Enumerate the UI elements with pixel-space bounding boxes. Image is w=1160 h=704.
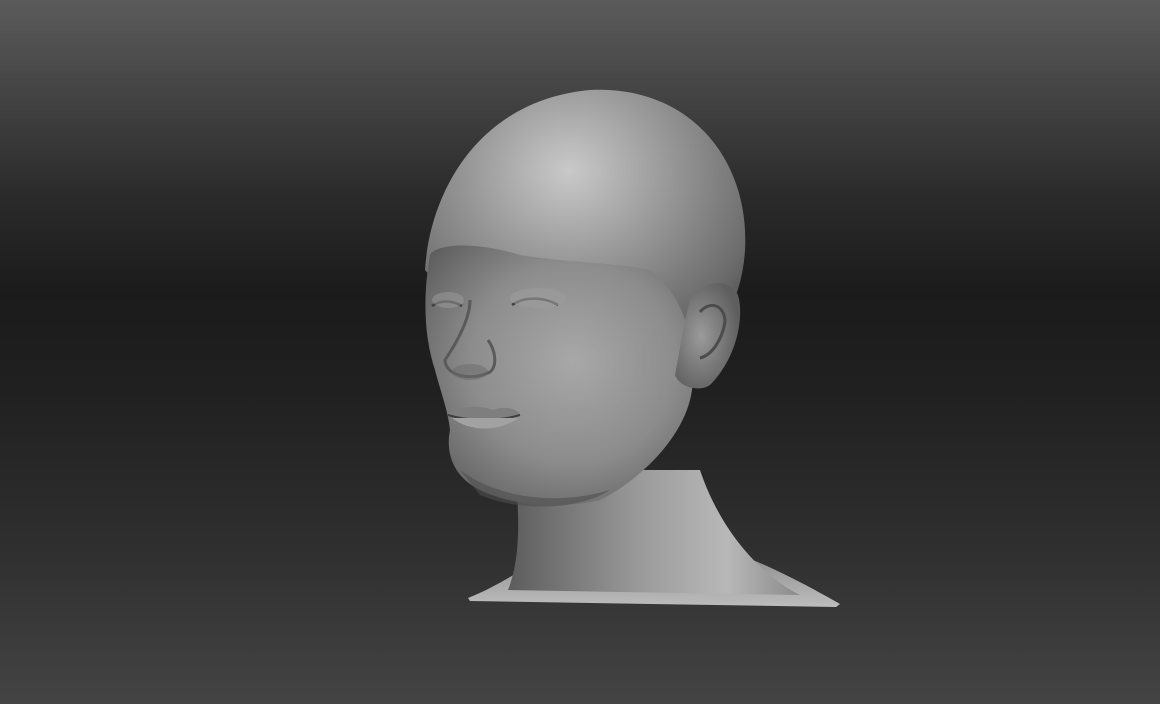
sculpt-viewport[interactable] [0,0,1160,704]
head-bust-model[interactable] [0,0,1160,704]
